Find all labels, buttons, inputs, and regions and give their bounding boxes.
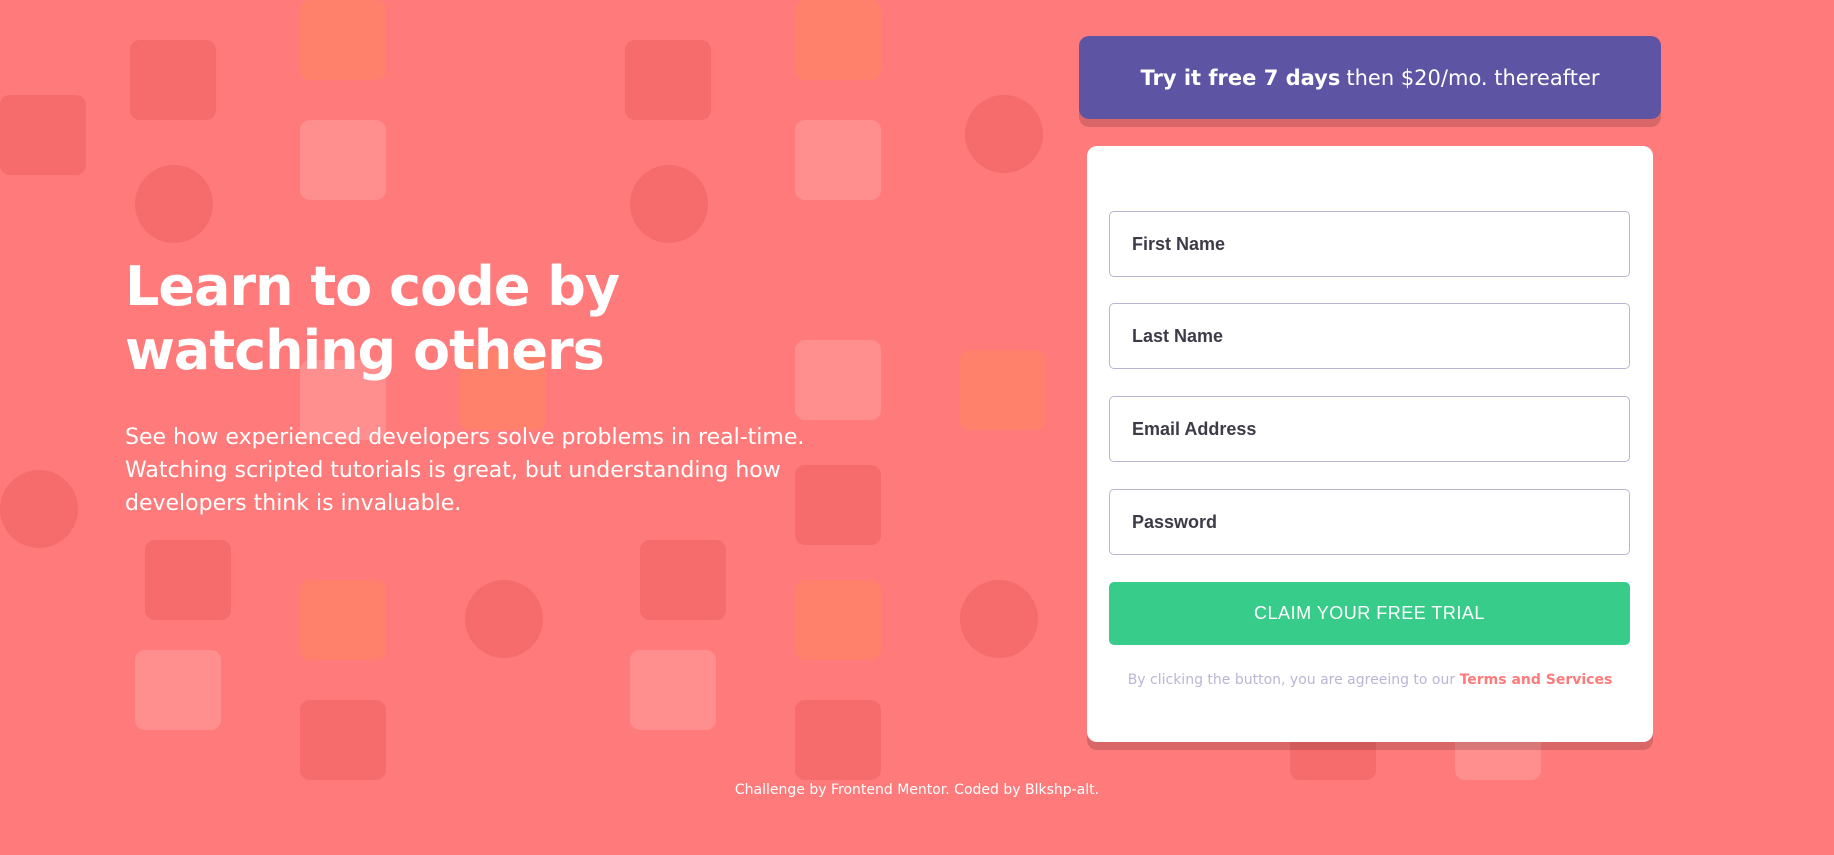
network-icon	[630, 165, 708, 243]
globe-icon	[960, 580, 1038, 658]
hero-section: Learn to code by watching others See how…	[125, 255, 825, 520]
terms-prefix: By clicking the button, you are agreeing…	[1127, 672, 1456, 688]
promo-banner: Try it free 7 days then $20/mo. thereaft…	[1079, 36, 1661, 119]
email-field	[1109, 396, 1630, 462]
last-name-input[interactable]	[1110, 304, 1629, 368]
signup-form: CLAIM YOUR FREE TRIAL By clicking the bu…	[1087, 146, 1653, 742]
cart-icon	[145, 540, 231, 620]
first-name-field	[1109, 211, 1630, 277]
attribution-footer: Challenge by Frontend Mentor. Coded by B…	[734, 782, 1100, 798]
claim-trial-button[interactable]: CLAIM YOUR FREE TRIAL	[1109, 582, 1630, 645]
bar-chart-icon	[960, 350, 1046, 430]
key-icon	[300, 580, 386, 660]
headset-icon	[965, 95, 1043, 173]
toolbox-icon	[300, 120, 386, 200]
toolbox-icon	[795, 120, 881, 200]
browser-icon	[795, 700, 881, 780]
first-name-input[interactable]	[1110, 212, 1629, 276]
terms-notice: By clicking the button, you are agreeing…	[1087, 672, 1653, 688]
email-input[interactable]	[1110, 397, 1629, 461]
chart-icon	[300, 0, 386, 80]
network-icon	[135, 165, 213, 243]
rocket-icon	[0, 470, 78, 548]
hero-description: See how experienced developers solve pro…	[125, 425, 805, 516]
headset-icon	[0, 95, 86, 175]
terms-link[interactable]: Terms and Services	[1460, 672, 1613, 688]
last-name-field	[1109, 303, 1630, 369]
promo-bold-text: Try it free 7 days	[1140, 65, 1341, 90]
chart-icon	[795, 0, 881, 80]
key-icon	[795, 580, 881, 660]
globe-icon	[465, 580, 543, 658]
promo-rest-text: then $20/mo. thereafter	[1346, 65, 1600, 90]
browser-icon	[130, 40, 216, 120]
lifebuoy-icon	[135, 650, 221, 730]
password-field	[1109, 489, 1630, 555]
password-input[interactable]	[1110, 490, 1629, 554]
hero-title: Learn to code by watching others	[125, 255, 620, 382]
lifebuoy-icon	[630, 650, 716, 730]
cart-icon	[640, 540, 726, 620]
browser-icon	[625, 40, 711, 120]
browser-icon	[300, 700, 386, 780]
